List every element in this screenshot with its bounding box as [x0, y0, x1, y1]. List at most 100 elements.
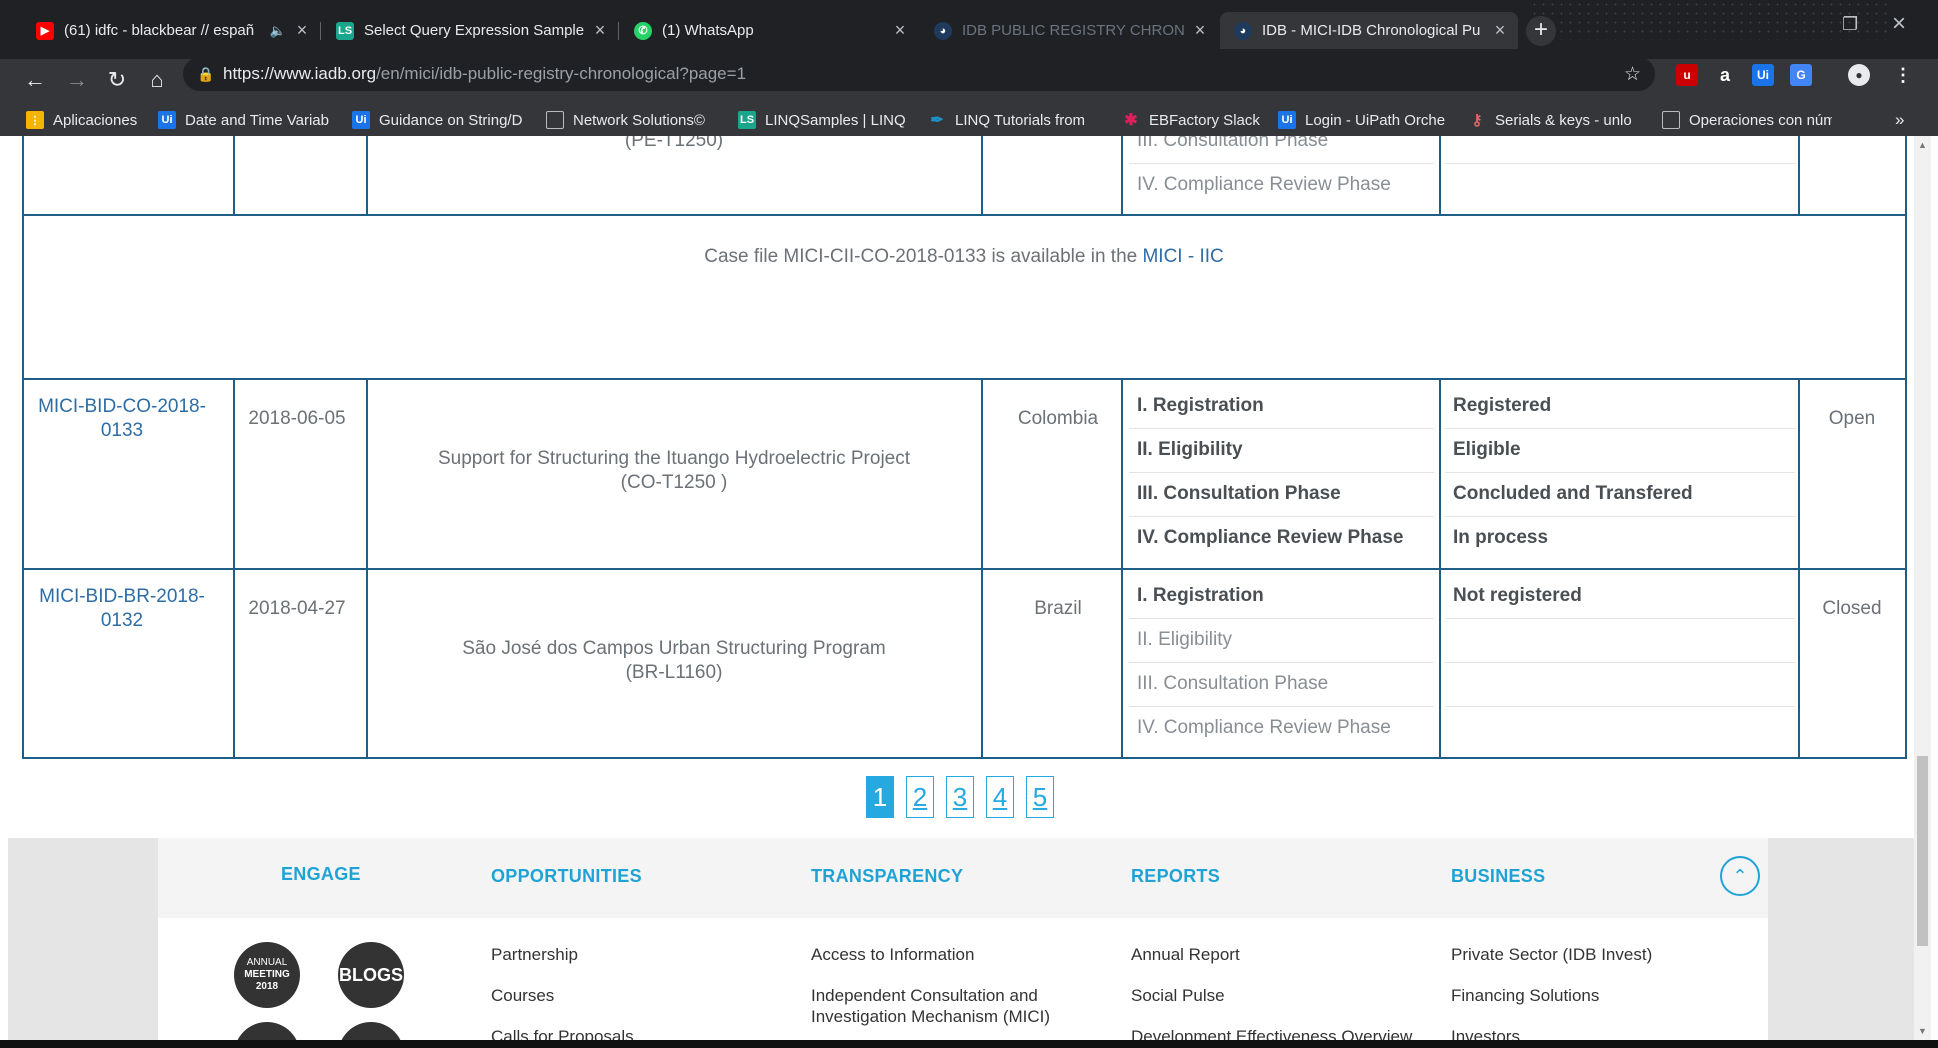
annual-meeting-badge[interactable]: ANNUAL MEETING 2018: [234, 942, 300, 1008]
phase-label: I. Registration: [1137, 395, 1264, 416]
close-icon[interactable]: ×: [294, 20, 310, 41]
profile-avatar[interactable]: ●: [1848, 64, 1870, 86]
reload-icon[interactable]: ↻: [104, 67, 130, 93]
table-border: [981, 378, 983, 759]
bookmark-item[interactable]: Ui Login - UiPath Orche: [1278, 109, 1446, 131]
bookmark-item[interactable]: Ui Guidance on String/D: [352, 109, 526, 131]
footer-link[interactable]: Private Sector (IDB Invest): [1451, 944, 1652, 965]
tab-idb-chronological[interactable]: ◕ IDB - MICI-IDB Chronological Pu ×: [1220, 12, 1518, 49]
bookmark-item[interactable]: LS LINQSamples | LINQ: [738, 109, 906, 131]
country: Brazil: [1034, 598, 1082, 619]
blogs-badge[interactable]: BLOGS: [338, 942, 404, 1008]
phase-status: Concluded and Transfered: [1453, 483, 1693, 504]
close-window-icon[interactable]: ×: [1892, 10, 1906, 38]
pagination: 1 2 3 4 5: [866, 776, 1054, 818]
table-border: [1121, 378, 1123, 759]
scrollbar-thumb[interactable]: [1917, 756, 1928, 946]
footer-column-heading[interactable]: OPPORTUNITIES: [491, 866, 642, 887]
forward-icon[interactable]: →: [64, 67, 90, 93]
page-5-button[interactable]: 5: [1026, 776, 1054, 818]
footer-link[interactable]: Social Pulse: [1131, 985, 1225, 1006]
tab-idb-registry[interactable]: ◕ IDB PUBLIC REGISTRY CHRONOL ×: [920, 12, 1218, 49]
bookmarks-overflow-icon[interactable]: »: [1895, 109, 1904, 131]
menu-dots-icon[interactable]: ⋮: [1892, 64, 1914, 86]
page-icon: [546, 111, 564, 129]
bookmark-item[interactable]: Ui Date and Time Variab: [158, 109, 330, 131]
restore-window-icon[interactable]: ❐: [1842, 14, 1858, 35]
uipath-icon: Ui: [352, 111, 370, 129]
tab-title: (1) WhatsApp: [662, 22, 754, 39]
project-code: (BR-L1160): [625, 662, 723, 683]
scroll-to-top-button[interactable]: ⌃: [1720, 856, 1760, 896]
mici-iic-link[interactable]: MICI - IIC: [1142, 245, 1223, 269]
page-4-button[interactable]: 4: [986, 776, 1014, 818]
amazon-icon[interactable]: a: [1714, 64, 1736, 86]
table-border: [366, 378, 368, 759]
tab-title: Select Query Expression Sample: [364, 22, 584, 39]
tab-linq-samples[interactable]: LS Select Query Expression Sample ×: [322, 12, 618, 49]
table-border: [981, 136, 983, 216]
footer-link[interactable]: Development Effectiveness Overview: [1131, 1026, 1412, 1040]
scroll-up-icon[interactable]: ▲: [1918, 140, 1927, 150]
home-icon[interactable]: ⌂: [144, 67, 170, 93]
tab-whatsapp[interactable]: ✆ (1) WhatsApp ×: [620, 12, 918, 49]
lock-icon[interactable]: 🔒: [197, 66, 223, 83]
bookmarks-bar: ⋮ Aplicaciones Ui Date and Time Variab U…: [0, 103, 1938, 136]
bookmark-label: EBFactory Slack: [1149, 111, 1260, 129]
table-border: [233, 136, 235, 216]
case-number-link[interactable]: MICI-BID-CO-2018-0133: [22, 380, 222, 458]
footer-link[interactable]: Courses: [491, 985, 554, 1006]
uipath-extension-icon[interactable]: Ui: [1752, 64, 1774, 86]
page-1-button[interactable]: 1: [866, 776, 894, 818]
divider: [1445, 472, 1795, 473]
table-rule: [22, 214, 1906, 216]
bookmark-apps[interactable]: ⋮ Aplicaciones: [26, 109, 146, 131]
case-number-link[interactable]: MICI-BID-BR-2018-0132: [22, 570, 222, 648]
divider: [1445, 618, 1795, 619]
bookmark-item[interactable]: ✒ LINQ Tutorials from: [928, 109, 1098, 131]
table-rule: [22, 757, 1906, 759]
url-text[interactable]: https://www.iadb.org/en/mici/idb-public-…: [223, 64, 746, 84]
ublock-icon[interactable]: u: [1676, 64, 1698, 86]
bookmark-item[interactable]: ✱ EBFactory Slack: [1122, 109, 1282, 131]
speaker-icon[interactable]: 🔈: [270, 23, 286, 39]
bookmark-star-icon[interactable]: ☆: [1624, 63, 1641, 86]
close-icon[interactable]: ×: [1192, 20, 1208, 41]
footer-link[interactable]: Financing Solutions: [1451, 985, 1599, 1006]
page-scrollbar[interactable]: ▲ ▼: [1914, 136, 1931, 1040]
divider: [1445, 706, 1795, 707]
table-border: [1439, 136, 1441, 216]
footer-link[interactable]: Investors: [1451, 1026, 1520, 1040]
back-icon[interactable]: ←: [22, 67, 48, 93]
tab-youtube[interactable]: ▶ (61) idfc - blackbear // españ 🔈 ×: [22, 12, 320, 49]
phase-label: IV. Compliance Review Phase: [1137, 174, 1391, 195]
close-icon[interactable]: ×: [892, 20, 908, 41]
page-3-button[interactable]: 3: [946, 776, 974, 818]
bookmark-label: Date and Time Variab: [185, 111, 329, 129]
footer-link[interactable]: Partnership: [491, 944, 578, 965]
bookmark-item[interactable]: Network Solutions©: [546, 109, 716, 131]
close-icon[interactable]: ×: [592, 20, 608, 41]
footer-link[interactable]: Access to Information: [811, 944, 974, 965]
project-code: (CO-T1250 ): [620, 472, 728, 493]
bookmark-item[interactable]: ⚷ Serials & keys - unlo: [1468, 109, 1632, 131]
table-rule: [22, 378, 1906, 380]
url-path: /en/mici/idb-public-registry-chronologic…: [376, 64, 747, 83]
footer-link[interactable]: Annual Report: [1131, 944, 1240, 965]
footer-column-heading[interactable]: TRANSPARENCY: [811, 866, 963, 887]
scroll-down-icon[interactable]: ▼: [1918, 1026, 1927, 1036]
phase-label: III. Consultation Phase: [1137, 483, 1341, 504]
footer-column-heading[interactable]: REPORTS: [1131, 866, 1220, 887]
phase-status: Registered: [1453, 395, 1552, 416]
close-icon[interactable]: ×: [1492, 20, 1508, 41]
footer-link[interactable]: Calls for Proposals: [491, 1026, 634, 1040]
address-bar[interactable]: 🔒 https://www.iadb.org/en/mici/idb-publi…: [183, 57, 1655, 91]
footer-column-heading[interactable]: BUSINESS: [1451, 866, 1545, 887]
bookmark-item[interactable]: Operaciones con núm: [1662, 109, 1832, 131]
divider: [1129, 516, 1434, 517]
key-icon: ⚷: [1471, 112, 1483, 129]
translate-icon[interactable]: G: [1790, 64, 1812, 86]
footer-link[interactable]: Independent Consultation and Investigati…: [811, 985, 1071, 1027]
new-tab-button[interactable]: +: [1526, 16, 1556, 46]
page-2-button[interactable]: 2: [906, 776, 934, 818]
